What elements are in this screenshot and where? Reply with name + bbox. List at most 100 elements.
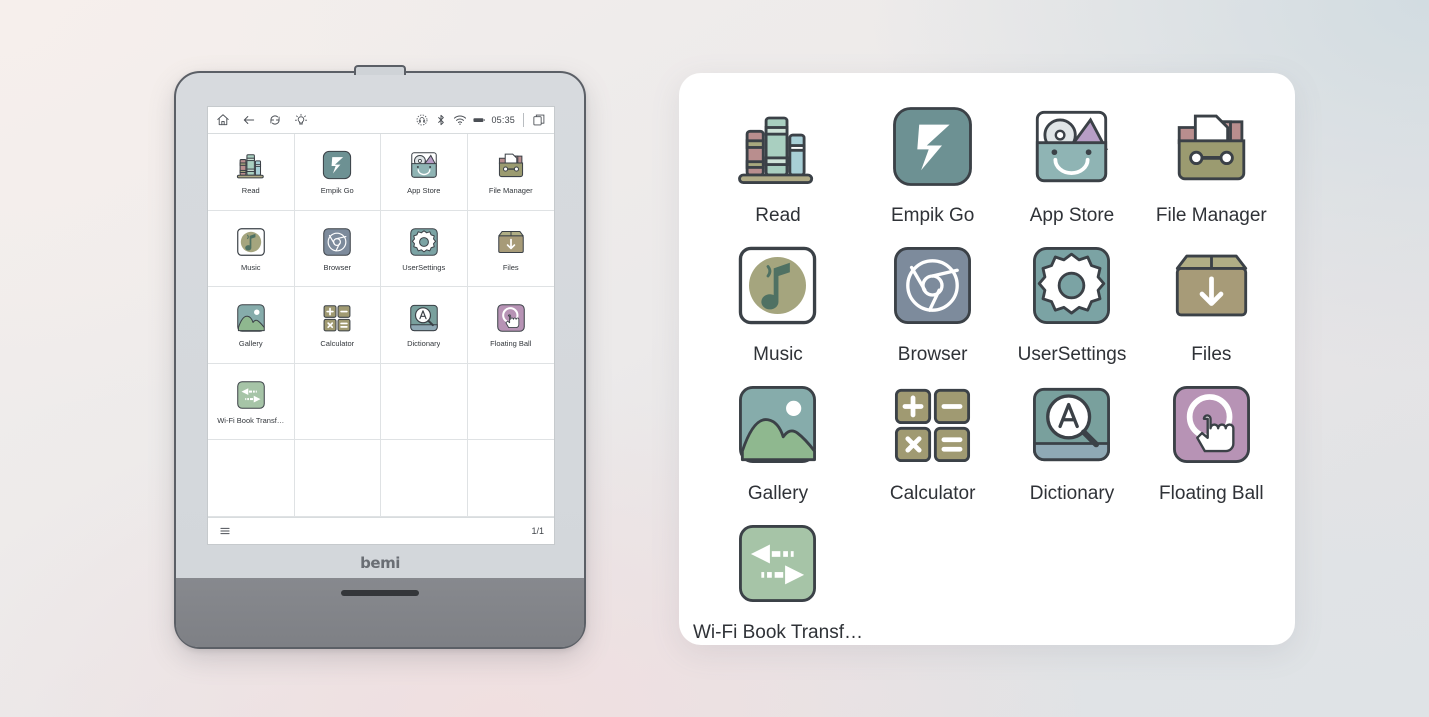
app-cell-app-store[interactable]: App Store xyxy=(381,134,468,211)
app-cell-calculator[interactable]: Calculator xyxy=(294,287,381,364)
tablet-screen: 05:35 Read Empik Go App Store File Manag… xyxy=(207,106,555,545)
app-cell-empty xyxy=(381,440,468,517)
tablet-bottom-bezel xyxy=(176,578,584,647)
status-bar-clock: 05:35 xyxy=(491,115,515,125)
app-label: Read xyxy=(241,186,260,196)
file-manager-icon xyxy=(498,153,523,178)
app-cell-empty xyxy=(294,440,381,517)
copy-windows-icon[interactable] xyxy=(532,113,546,127)
app-tile-label: Floating Ball xyxy=(1159,483,1264,504)
app-tile-wifi-book-transfer[interactable]: Wi-Fi Book Transf… xyxy=(693,516,863,655)
app-cell-usersettings[interactable]: UserSettings xyxy=(381,210,468,288)
app-cell-read[interactable]: Read xyxy=(208,134,295,211)
app-tile-label: UserSettings xyxy=(1017,344,1127,365)
app-store-bag-icon xyxy=(411,152,437,179)
app-tile-label: Empik Go xyxy=(890,205,975,226)
app-tile-label: Music xyxy=(753,344,803,365)
headphone-icon xyxy=(415,113,429,127)
app-label: Wi-Fi Book Transf… xyxy=(217,416,285,426)
app-cell-wifi-book-transfer[interactable]: Wi-Fi Book Transf… xyxy=(208,363,295,441)
app-cell-gallery[interactable]: Gallery xyxy=(208,287,295,364)
device-status-bar: 05:35 xyxy=(208,107,554,134)
music-note-icon xyxy=(739,246,817,325)
wifi-transfer-icon xyxy=(236,381,265,409)
app-cell-empty xyxy=(381,363,468,441)
empik-go-icon xyxy=(893,107,973,186)
tablet-device: 05:35 Read Empik Go App Store File Manag… xyxy=(174,65,586,649)
tablet-app-grid: Read Empik Go App Store File Manager Mus… xyxy=(208,134,554,517)
dictionary-icon xyxy=(1033,387,1111,462)
back-arrow-icon[interactable] xyxy=(242,113,256,127)
app-label: Calculator xyxy=(320,339,355,349)
app-label: UserSettings xyxy=(402,262,446,272)
app-store-bag-icon xyxy=(1036,110,1109,183)
app-grid-large: Read Empik Go App Store File Manager Mus… xyxy=(693,99,1281,643)
calculator-icon xyxy=(895,388,971,463)
gallery-picture-icon xyxy=(739,386,817,463)
app-tile-label: Files xyxy=(1191,344,1232,365)
app-cell-empty xyxy=(467,364,554,441)
dictionary-icon xyxy=(409,305,438,332)
refresh-icon[interactable] xyxy=(268,113,282,127)
app-cell-empik-go[interactable]: Empik Go xyxy=(294,134,381,211)
app-tile-app-store[interactable]: App Store xyxy=(1002,99,1141,238)
status-bar-divider xyxy=(523,113,524,127)
app-cell-empty xyxy=(208,440,295,517)
files-box-down-icon xyxy=(1175,254,1247,317)
app-tile-read[interactable]: Read xyxy=(693,99,863,238)
app-cell-floating-ball[interactable]: Floating Ball xyxy=(467,287,554,364)
app-tile-label: Read xyxy=(755,205,801,226)
app-tile-dictionary[interactable]: Dictionary xyxy=(1002,377,1141,516)
app-tile-label: Dictionary xyxy=(1029,483,1115,504)
app-cell-file-manager[interactable]: File Manager xyxy=(467,134,554,211)
empik-go-icon xyxy=(323,151,352,180)
app-tile-file-manager[interactable]: File Manager xyxy=(1142,99,1281,238)
floating-ball-icon xyxy=(496,304,525,333)
app-tile-browser[interactable]: Browser xyxy=(863,238,1002,377)
app-tile-usersettings[interactable]: UserSettings xyxy=(1002,238,1141,377)
gear-settings-icon xyxy=(1033,247,1111,324)
battery-icon xyxy=(472,113,486,127)
app-tile-floating-ball[interactable]: Floating Ball xyxy=(1142,377,1281,516)
tablet-top-button xyxy=(354,65,406,75)
file-manager-icon xyxy=(1177,114,1246,181)
app-label: Files xyxy=(502,262,519,272)
gallery-picture-icon xyxy=(236,304,265,333)
gear-settings-icon xyxy=(409,228,438,256)
app-tile-empik-go[interactable]: Empik Go xyxy=(863,99,1002,238)
music-note-icon xyxy=(236,228,265,256)
floating-ball-icon xyxy=(1172,386,1250,463)
app-label: Music xyxy=(240,262,261,272)
app-label: Dictionary xyxy=(407,339,441,349)
app-label: Gallery xyxy=(238,339,263,349)
screenshot-stage: 05:35 Read Empik Go App Store File Manag… xyxy=(0,0,1429,717)
app-label: File Manager xyxy=(488,186,533,196)
app-list-panel: Read Empik Go App Store File Manager Mus… xyxy=(679,73,1295,645)
wifi-transfer-icon xyxy=(739,525,817,602)
files-box-down-icon xyxy=(498,230,524,253)
status-bar-status-group: 05:35 xyxy=(415,113,546,127)
app-cell-empty xyxy=(294,363,381,441)
frontlight-icon[interactable] xyxy=(294,113,308,127)
app-label: Empik Go xyxy=(320,186,354,196)
app-cell-music[interactable]: Music xyxy=(208,210,295,288)
app-tile-files[interactable]: Files xyxy=(1142,238,1281,377)
tablet-bottom-bar-accent xyxy=(341,590,419,596)
app-tile-label: App Store xyxy=(1029,205,1115,226)
hamburger-menu-icon[interactable] xyxy=(218,524,232,538)
read-books-icon xyxy=(738,116,814,185)
app-cell-browser[interactable]: Browser xyxy=(294,210,381,288)
app-tile-gallery[interactable]: Gallery xyxy=(693,377,863,516)
page-indicator: 1/1 xyxy=(531,526,544,536)
app-cell-dictionary[interactable]: Dictionary xyxy=(381,287,468,364)
app-label: Browser xyxy=(323,262,351,272)
browser-chrome-icon xyxy=(323,228,352,256)
app-tile-music[interactable]: Music xyxy=(693,238,863,377)
device-bottom-bar: 1/1 xyxy=(208,517,554,544)
home-icon[interactable] xyxy=(216,113,230,127)
app-tile-label: Browser xyxy=(897,344,968,365)
app-label: Floating Ball xyxy=(490,339,532,349)
app-tile-label: Gallery xyxy=(747,483,809,504)
app-cell-files[interactable]: Files xyxy=(467,211,554,288)
app-tile-calculator[interactable]: Calculator xyxy=(863,377,1002,516)
